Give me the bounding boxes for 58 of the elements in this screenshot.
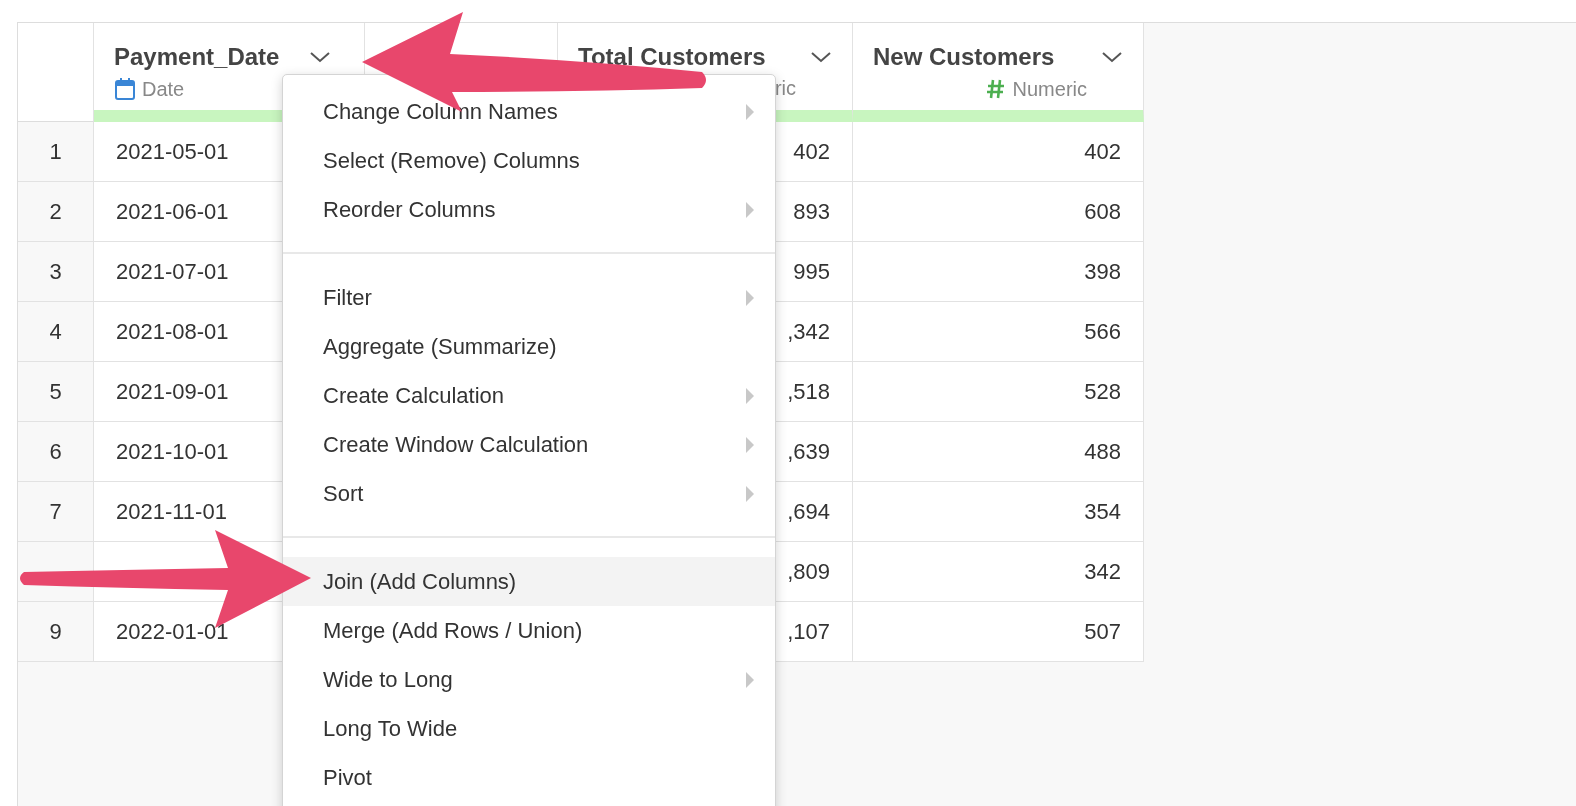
column-type: Numeric: [1012, 77, 1087, 101]
column-type: Date: [142, 77, 185, 101]
calendar-icon: [114, 77, 136, 101]
table-cell: 893: [793, 198, 830, 225]
table-cell: 2022-01-01: [116, 618, 229, 645]
table-cell: ,809: [787, 558, 830, 585]
menu-item[interactable]: Pivot: [283, 753, 775, 802]
menu-item[interactable]: Join (Add Columns): [283, 557, 775, 606]
table-cell: 488: [1084, 438, 1121, 465]
caret-icon[interactable]: [309, 50, 332, 64]
table-cell: 528: [1084, 378, 1121, 405]
menu-item[interactable]: Aggregate (Summarize): [283, 322, 775, 371]
column-header[interactable]: Total Customers: [578, 43, 766, 71]
table-cell: 2021-09-01: [116, 378, 229, 405]
table-cell: 995: [793, 258, 830, 285]
row-number: 4: [49, 318, 62, 345]
menu-item[interactable]: Reorder Columns: [283, 185, 775, 234]
column-type: ric: [774, 77, 796, 100]
table-cell: ,107: [787, 618, 830, 645]
menu-item[interactable]: Wide to Long: [283, 655, 775, 704]
table-cell: ,518: [787, 378, 830, 405]
table-cell: 608: [1084, 198, 1121, 225]
table-cell: 2021-06-01: [116, 198, 229, 225]
table-cell: 2021-07-01: [116, 258, 229, 285]
table-cell: 566: [1084, 318, 1121, 345]
table-cell: 2021-10-01: [116, 438, 229, 465]
table-cell: 402: [1084, 138, 1121, 165]
row-number: 6: [49, 438, 62, 465]
menu-item[interactable]: Long To Wide: [283, 704, 775, 753]
menu-item[interactable]: Merge (Add Rows / Union): [283, 606, 775, 655]
column-header[interactable]: New Customers: [873, 43, 1055, 71]
table-cell: ,342: [787, 318, 830, 345]
menu-item[interactable]: Sort: [283, 469, 775, 518]
row-number: 7: [49, 498, 62, 525]
table-cell: 2021-08-01: [116, 318, 229, 345]
row-number: 9: [49, 618, 62, 645]
table-cell: 2021-11-01: [116, 498, 227, 525]
table-cell: 342: [1084, 558, 1121, 585]
table-cell: ,639: [787, 438, 830, 465]
menu-item[interactable]: Change Column Names: [283, 87, 775, 136]
row-number: 5: [49, 378, 62, 405]
caret-icon[interactable]: [810, 50, 832, 64]
menu-item[interactable]: Create Window Calculation: [283, 420, 775, 469]
row-number: 1: [49, 138, 62, 165]
table-cell: ,694: [787, 498, 830, 525]
menu-item[interactable]: Select (Remove) Columns: [283, 136, 775, 185]
column-header[interactable]: Payment_Date: [114, 43, 280, 71]
row-number: 3: [49, 258, 62, 285]
table-cell: 402: [793, 138, 830, 165]
table-cell: 507: [1084, 618, 1121, 645]
table-cell: 398: [1084, 258, 1121, 285]
table-cell: 2021-05-01: [116, 138, 229, 165]
menu-item[interactable]: Create Calculation: [283, 371, 775, 420]
table-cell: 354: [1084, 498, 1121, 525]
caret-icon[interactable]: [1101, 50, 1123, 64]
menu-item[interactable]: Filter: [283, 273, 775, 322]
row-number: 2: [49, 198, 62, 225]
hash-icon: [984, 77, 1007, 101]
